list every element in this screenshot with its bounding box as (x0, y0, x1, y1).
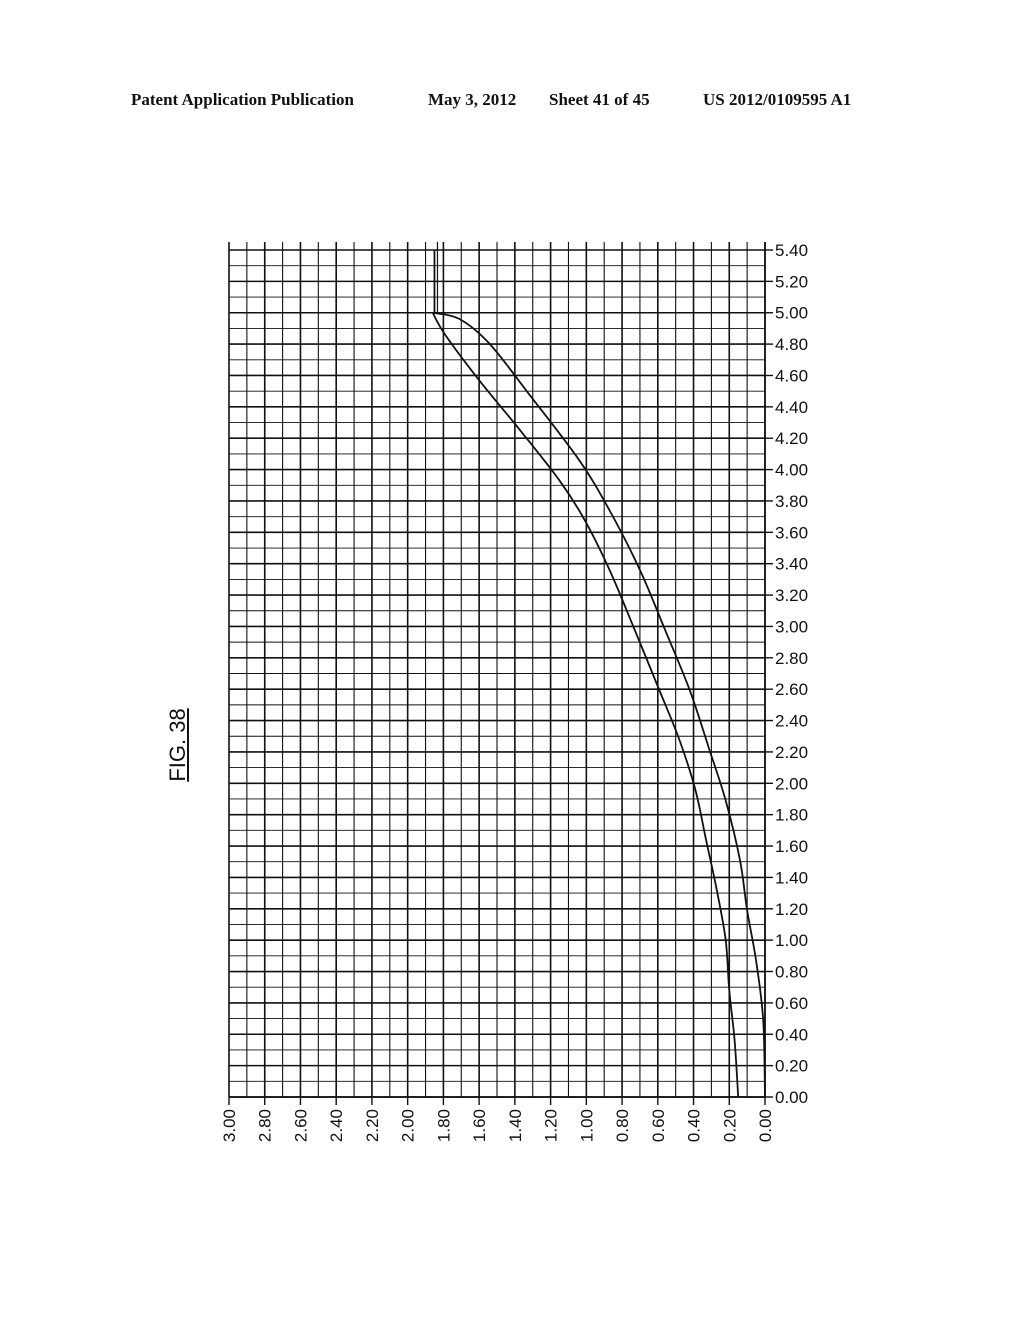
y-tick-label: 1.80 (775, 806, 808, 825)
y-tick-label: 1.40 (775, 868, 808, 887)
x-tick-label: 1.40 (506, 1109, 525, 1142)
x-tick-label: 0.80 (613, 1109, 632, 1142)
chart: 0.00 0.20 0.40 0.60 0.80 1.00 1.20 1.40 1.60 1.80… (220, 241, 808, 1142)
y-tick-label: 2.40 (775, 712, 808, 731)
grid (228, 242, 766, 1098)
y-tick-label: 2.20 (775, 743, 808, 762)
y-tick-label: 5.20 (775, 272, 808, 291)
y-tick-label: 3.40 (775, 555, 808, 574)
y-tick-label: 2.60 (775, 680, 808, 699)
x-tick-label: 0.40 (685, 1109, 704, 1142)
y-tick-label: 5.40 (775, 241, 808, 260)
y-tick-label: 0.00 (775, 1088, 808, 1107)
x-tick-label: 0.00 (756, 1109, 775, 1142)
x-tick-label: 2.40 (327, 1109, 346, 1142)
x-tick-label: 1.20 (542, 1109, 561, 1142)
x-tick-label: 3.00 (220, 1109, 239, 1142)
y-tick-label: 3.20 (775, 586, 808, 605)
x-tick-label: 0.20 (720, 1109, 739, 1142)
y-tick-label: 0.40 (775, 1025, 808, 1044)
y-tick-label: 1.20 (775, 900, 808, 919)
y-tick-label: 0.60 (775, 994, 808, 1013)
y-tick-label: 1.00 (775, 931, 808, 950)
y-tick-label: 0.80 (775, 963, 808, 982)
x-tick-label: 2.60 (291, 1109, 310, 1142)
y-tick-label: 5.00 (775, 304, 808, 323)
y-tick-label: 3.00 (775, 617, 808, 636)
y-tick-label: 4.20 (775, 429, 808, 448)
curves (431, 242, 766, 1098)
x-tick-label: 2.00 (399, 1109, 418, 1142)
x-tick-label: 2.80 (256, 1109, 275, 1142)
y-tick-label: 3.60 (775, 523, 808, 542)
y-tick-label: 3.80 (775, 492, 808, 511)
x-tick-label: 2.20 (363, 1109, 382, 1142)
x-tick-label: 0.60 (649, 1109, 668, 1142)
x-axis: 3.00 2.80 2.60 2.40 2.20 2.00 1.80 1.60 1.40 1.20… (220, 1097, 775, 1142)
y-tick-label: 4.80 (775, 335, 808, 354)
y-tick-label: 4.40 (775, 398, 808, 417)
y-tick-label: 2.00 (775, 774, 808, 793)
y-axis: 0.00 0.20 0.40 0.60 0.80 1.00 1.20 1.40 1.60 1.80… (765, 241, 808, 1107)
x-tick-label: 1.00 (577, 1109, 596, 1142)
x-tick-label: 1.80 (434, 1109, 453, 1142)
y-tick-label: 1.60 (775, 837, 808, 856)
y-tick-label: 2.80 (775, 649, 808, 668)
y-tick-label: 4.60 (775, 366, 808, 385)
y-tick-label: 4.00 (775, 461, 808, 480)
x-tick-label: 1.60 (470, 1109, 489, 1142)
y-tick-label: 0.20 (775, 1057, 808, 1076)
